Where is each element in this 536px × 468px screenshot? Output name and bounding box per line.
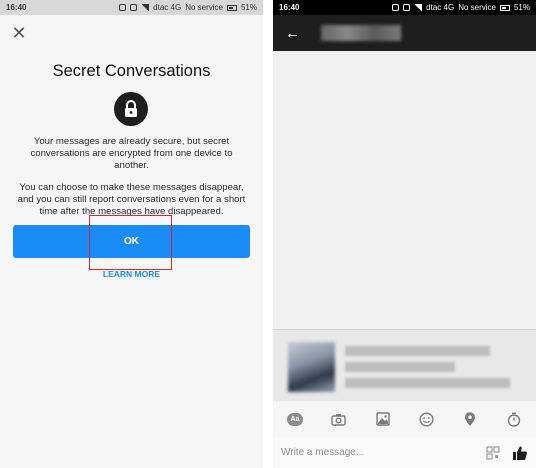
battery-icon [226,4,237,11]
status-time: 16:40 [279,3,300,12]
status-battery: 51% [513,3,530,12]
chat-header: ← [273,15,536,51]
text-style-icon[interactable]: Aa [287,411,303,427]
location-icon[interactable] [462,411,478,427]
dialog-title: Secret Conversations [52,62,211,80]
security-info-text: Your messages are already secure, but se… [30,136,233,171]
status-service: No service [185,3,223,12]
alarm-icon [403,4,411,11]
message-composer [273,437,536,468]
mute-icon [392,4,400,11]
alarm-icon [130,4,138,11]
card-text-blurred [345,346,490,356]
composer-toolbar: Aa [273,401,536,437]
image-icon[interactable] [375,411,391,427]
signal-icon [414,4,423,11]
emoji-icon[interactable] [418,411,434,427]
divider [263,0,273,468]
learn-more-link[interactable]: LEARN MORE [0,269,263,279]
status-service: No service [458,3,496,12]
status-bar: 16:40 dtac 4G No service 51% [273,0,536,15]
status-carrier: dtac 4G [153,3,182,12]
message-input[interactable] [281,447,461,458]
message-list[interactable] [273,51,536,329]
status-carrier: dtac 4G [426,3,455,12]
timer-icon[interactable] [506,411,522,427]
card-thumbnail-blurred [288,342,335,392]
shared-content-card[interactable] [273,329,536,401]
lock-icon [114,92,148,126]
status-bar: 16:40 dtac 4G No service 51% [0,0,263,15]
back-arrow-icon[interactable]: ← [285,25,301,42]
card-text-blurred [345,362,455,372]
chat-screen: 16:40 dtac 4G No service 51% ← Aa [273,0,536,468]
highlight-box [89,215,172,270]
mute-icon [119,4,127,11]
secret-conversations-screen: 16:40 dtac 4G No service 51% ✕ Secret Co… [0,0,263,468]
battery-icon [499,4,510,11]
status-battery: 51% [240,3,257,12]
text-style-label: Aa [287,412,303,426]
disappear-info-text: You can choose to make these messages di… [17,182,246,217]
like-thumb-icon[interactable] [512,445,528,461]
camera-icon[interactable] [331,411,347,427]
close-icon[interactable]: ✕ [10,24,28,42]
status-time: 16:40 [6,3,27,12]
signal-icon [141,4,150,11]
contact-name-blurred [321,25,401,41]
card-text-blurred [345,378,510,388]
qr-code-icon[interactable] [486,445,500,460]
